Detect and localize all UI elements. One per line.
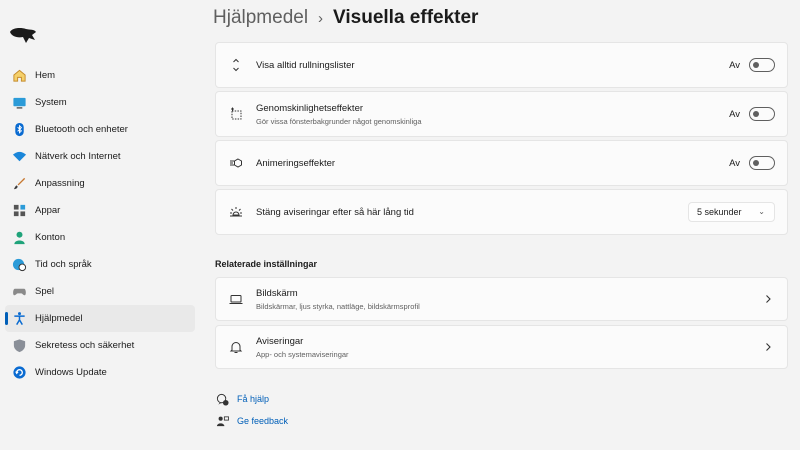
brush-icon (11, 176, 27, 192)
sidebar-item-label: Bluetooth och enheter (35, 124, 128, 135)
sidebar-item-label: Konton (35, 232, 66, 243)
brightness-icon (228, 204, 244, 220)
sidebar-item-privacy[interactable]: Sekretess och säkerhet (5, 332, 195, 359)
related-settings-heading: Relaterade inställningar (215, 259, 318, 269)
chevron-right-icon (763, 342, 773, 352)
related-display[interactable]: Bildskärm Bildskärmar, ljus styrka, natt… (215, 277, 788, 321)
sidebar-item-time-language[interactable]: Tid och språk (5, 251, 195, 278)
sidebar-item-home[interactable]: Hem (5, 62, 195, 89)
sidebar-item-label: Tid och språk (35, 259, 92, 270)
nav-list: Hem System Bluetooth och enheter Nätverk… (5, 62, 195, 386)
transparency-icon (228, 106, 244, 122)
setting-transparency: Genomskinlighetseffekter Gör vissa fönst… (215, 91, 788, 137)
sidebar-item-apps[interactable]: Appar (5, 197, 195, 224)
bell-icon (228, 339, 244, 355)
setting-title: Visa alltid rullningslister (256, 59, 355, 71)
update-icon (11, 365, 27, 381)
person-icon (11, 230, 27, 246)
give-feedback-link[interactable]: Ge feedback (215, 414, 288, 428)
sidebar-item-label: System (35, 97, 67, 108)
scroll-arrows-icon (228, 57, 244, 73)
toggle-state-label: Av (729, 59, 740, 71)
breadcrumb: Hjälpmedel › Visuella effekter (213, 6, 478, 30)
help-chat-icon (215, 392, 229, 406)
laptop-icon (228, 291, 244, 307)
animation-toggle[interactable] (749, 156, 775, 170)
sidebar-item-label: Anpassning (35, 178, 85, 189)
sidebar-item-label: Appar (35, 205, 61, 216)
sidebar-item-windows-update[interactable]: Windows Update (5, 359, 195, 386)
get-help-link[interactable]: Få hjälp (215, 392, 269, 406)
setting-subtitle: App- och systemaviseringar (256, 349, 349, 359)
get-help-label: Få hjälp (237, 394, 270, 404)
toggle-state-label: Av (729, 157, 740, 169)
related-notifications[interactable]: Aviseringar App- och systemaviseringar (215, 325, 788, 369)
sidebar-item-bluetooth[interactable]: Bluetooth och enheter (5, 116, 195, 143)
bluetooth-icon (11, 122, 27, 138)
sidebar-item-personalization[interactable]: Anpassning (5, 170, 195, 197)
setting-title: Stäng aviseringar efter så här lång tid (256, 206, 414, 218)
sidebar: Hem System Bluetooth och enheter Nätverk… (0, 0, 200, 450)
avatar[interactable] (8, 26, 38, 44)
sidebar-item-system[interactable]: System (5, 89, 195, 116)
sidebar-item-label: Spel (35, 286, 55, 297)
dropdown-value: 5 sekunder (697, 207, 742, 217)
apps-icon (11, 203, 27, 219)
page-title: Visuella effekter (333, 7, 479, 28)
sidebar-item-label: Windows Update (35, 367, 107, 378)
home-icon (11, 68, 27, 84)
setting-notification-duration: Stäng aviseringar efter så här lång tid … (215, 189, 788, 235)
scrollbars-toggle[interactable] (749, 58, 775, 72)
sidebar-item-network[interactable]: Nätverk och Internet (5, 143, 195, 170)
setting-title: Animeringseffekter (256, 157, 336, 169)
transparency-toggle[interactable] (749, 107, 775, 121)
shield-icon (11, 338, 27, 354)
breadcrumb-parent[interactable]: Hjälpmedel (213, 7, 308, 29)
accessibility-icon (11, 311, 27, 327)
gamepad-icon (11, 284, 27, 300)
monitor-icon (11, 95, 27, 111)
feedback-icon (215, 414, 229, 428)
sidebar-item-label: Hem (35, 70, 56, 81)
chevron-down-icon: ⌄ (758, 207, 765, 216)
setting-subtitle: Bildskärmar, ljus styrka, nattläge, bild… (256, 301, 420, 311)
sidebar-item-label: Hjälpmedel (35, 313, 83, 324)
sidebar-item-label: Sekretess och säkerhet (35, 340, 135, 351)
animation-icon (228, 155, 244, 171)
wifi-icon (11, 149, 27, 165)
setting-subtitle: Gör vissa fönsterbakgrunder något genoms… (256, 116, 422, 126)
setting-title: Genomskinlighetseffekter (256, 102, 364, 114)
give-feedback-label: Ge feedback (237, 416, 289, 426)
setting-title: Aviseringar (256, 335, 304, 347)
toggle-state-label: Av (729, 108, 740, 120)
sidebar-item-label: Nätverk och Internet (35, 151, 121, 162)
sidebar-item-accessibility[interactable]: Hjälpmedel (5, 305, 195, 332)
sidebar-item-gaming[interactable]: Spel (5, 278, 195, 305)
globe-clock-icon (11, 257, 27, 273)
breadcrumb-separator: › (318, 9, 324, 27)
chevron-right-icon (763, 294, 773, 304)
setting-scrollbars: Visa alltid rullningslister Av (215, 42, 788, 88)
setting-title: Bildskärm (256, 287, 298, 299)
setting-animation: Animeringseffekter Av (215, 140, 788, 186)
notification-duration-dropdown[interactable]: 5 sekunder ⌄ (688, 202, 775, 222)
sidebar-item-accounts[interactable]: Konton (5, 224, 195, 251)
